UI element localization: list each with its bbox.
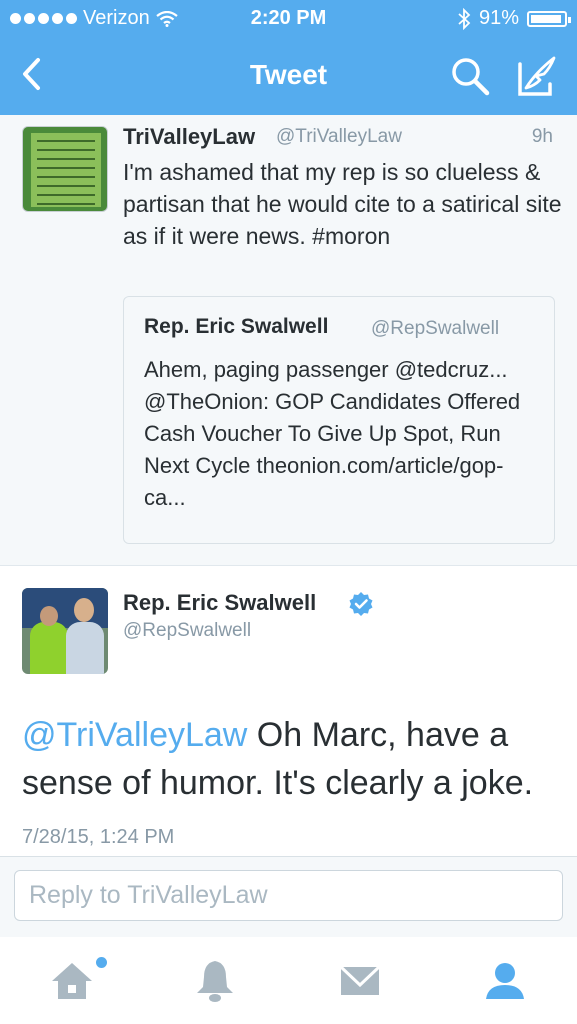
tweet-author-name[interactable]: TriValleyLaw — [123, 124, 255, 150]
nav-bar: Tweet — [0, 36, 577, 115]
avatar[interactable] — [22, 588, 108, 674]
avatar[interactable] — [22, 126, 108, 212]
quoted-author-handle: @RepSwalwell — [371, 318, 500, 339]
tweet-time: 9h — [531, 126, 553, 147]
original-tweet[interactable]: TriValleyLaw @TriValleyLaw 9h I'm ashame… — [0, 115, 577, 566]
quoted-text: Ahem, paging passenger @tedcruz... @TheO… — [144, 357, 521, 510]
top-bar: Verizon 2:20 PM 91% Tweet — [0, 0, 577, 115]
bluetooth-icon — [458, 7, 471, 30]
tweet-text: @TriValleyLaw Oh Marc, have a sense of h… — [22, 711, 562, 807]
quoted-tweet[interactable]: Rep. Eric Swalwell @RepSwalwell Ahem, pa… — [123, 296, 555, 544]
notification-dot — [96, 957, 107, 968]
tweet-author-handle[interactable]: @TriValleyLaw — [276, 126, 402, 148]
messages-icon[interactable] — [335, 955, 385, 1005]
notifications-icon[interactable] — [190, 955, 240, 1005]
tab-bar — [0, 937, 577, 1024]
verified-icon — [349, 592, 373, 616]
battery-percent: 91% — [478, 7, 519, 29]
compose-icon[interactable] — [514, 54, 558, 98]
reply-input[interactable] — [14, 870, 563, 921]
focused-tweet: Rep. Eric Swalwell @RepSwalwell @TriVall… — [0, 566, 577, 857]
status-bar: Verizon 2:20 PM 91% — [0, 0, 577, 36]
battery-icon — [527, 10, 571, 27]
tweet-author-handle[interactable]: @RepSwalwell — [123, 620, 251, 642]
tweet-text: I'm ashamed that my rep is so clueless &… — [123, 159, 562, 249]
tweet-author-name[interactable]: Rep. Eric Swalwell — [123, 590, 316, 616]
tweet-timestamp: 7/28/15, 1:24 PM — [22, 826, 175, 848]
search-icon[interactable] — [448, 54, 492, 98]
home-icon[interactable] — [47, 955, 97, 1005]
quoted-author-name: Rep. Eric Swalwell — [144, 315, 329, 338]
status-right: 91% — [457, 7, 571, 30]
mention-link[interactable]: @TriValleyLaw — [22, 716, 247, 754]
reply-bar — [0, 857, 577, 938]
profile-icon[interactable] — [480, 955, 530, 1005]
